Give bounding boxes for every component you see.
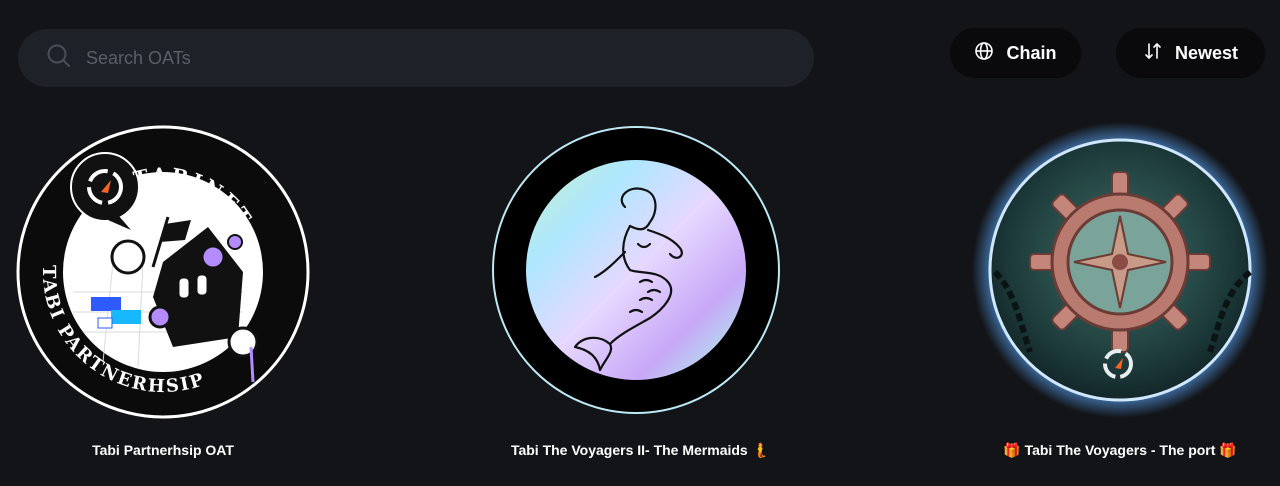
search-icon — [46, 43, 72, 74]
search-bar[interactable] — [18, 29, 814, 87]
oat-card-title[interactable]: Tabi Partnerhsip OAT — [0, 442, 353, 458]
chain-filter-label: Chain — [1006, 42, 1057, 63]
oat-badge-image[interactable]: TABINFT TABI PARTNERHSIP — [13, 122, 313, 422]
sort-button[interactable]: Newest — [1116, 28, 1265, 78]
oat-badge-image[interactable] — [970, 122, 1270, 422]
sort-arrows-icon — [1143, 41, 1163, 66]
sort-label: Newest — [1174, 42, 1239, 63]
oat-card[interactable]: TABINFT TABI PARTNERHSIP Tabi Partnerhsi… — [13, 122, 313, 458]
oat-card[interactable]: Tabi The Voyagers II- The Mermaids 🧜 — [490, 122, 790, 458]
chain-filter-button[interactable]: Chain — [950, 28, 1081, 78]
oat-card-title[interactable]: 🎁 Tabi The Voyagers - The port 🎁 — [930, 442, 1280, 459]
search-input[interactable] — [86, 47, 814, 69]
globe-icon — [974, 41, 994, 66]
oat-card-title[interactable]: Tabi The Voyagers II- The Mermaids 🧜 — [450, 442, 830, 459]
oat-card[interactable]: 🎁 Tabi The Voyagers - The port 🎁 — [970, 122, 1270, 458]
oat-badge-image[interactable] — [490, 122, 790, 422]
